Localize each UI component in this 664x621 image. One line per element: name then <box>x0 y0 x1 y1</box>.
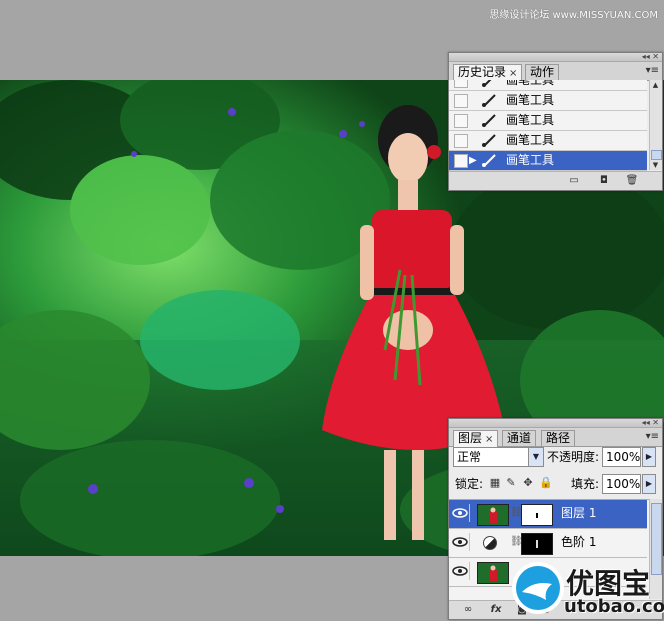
layer-thumbnail <box>477 562 509 584</box>
new-snapshot-icon[interactable]: ◘ <box>597 175 611 187</box>
lock-label: 锁定: <box>455 477 484 491</box>
logo-url: utobao.com <box>564 596 664 617</box>
opacity-label: 不透明度: <box>547 450 600 464</box>
layer-mask-thumbnail[interactable] <box>521 504 553 526</box>
layer-row-layer1[interactable]: ⛓ 图层 1 <box>449 500 647 529</box>
adjustment-layer-icon <box>483 536 497 550</box>
history-panel: ◂◂ ✕ 历史记录× 动作 ▾≡ 画笔工具 画笔工具 画笔工具 画笔工具 ▶ <box>448 52 663 191</box>
layers-tab-bar: 图层 × 通道 路径 ▾≡ <box>449 428 662 447</box>
utobao-logo: 优图宝 utobao.com <box>510 560 664 618</box>
layer-thumbnail <box>477 504 509 526</box>
site-watermark: 思缘设计论坛 www.MISSYUAN.COM <box>489 10 658 21</box>
panel-menu-icon[interactable]: ▾≡ <box>646 65 659 76</box>
history-tab-bar: 历史记录 × 动作 ▾≡ <box>449 62 662 81</box>
close-tab-icon[interactable]: × <box>509 68 517 79</box>
brush-icon <box>482 134 496 147</box>
eye-visibility-icon[interactable] <box>451 504 470 522</box>
collapse-icon[interactable]: ◂◂ ✕ <box>642 52 659 61</box>
brush-icon <box>482 114 496 127</box>
history-footer: ▭ ◘ 🗑 <box>449 171 662 190</box>
tab-channels[interactable]: 通道 <box>502 430 537 446</box>
fill-label: 填充: <box>571 477 600 491</box>
fx-icon[interactable]: fx <box>489 604 503 616</box>
lock-all-icon[interactable]: 🔒 <box>539 477 553 489</box>
opacity-input[interactable]: 100% <box>602 447 641 467</box>
tab-layers[interactable]: 图层 × <box>453 430 499 447</box>
history-list: 画笔工具 画笔工具 画笔工具 画笔工具 ▶ 画笔工具 <box>449 80 649 182</box>
history-item[interactable]: 画笔工具 <box>449 91 647 111</box>
scroll-down-icon[interactable]: ▼ <box>650 160 661 170</box>
tab-history[interactable]: 历史记录 × <box>453 64 523 81</box>
brush-icon <box>482 94 496 107</box>
scroll-thumb[interactable] <box>651 150 662 160</box>
scroll-up-icon[interactable]: ▲ <box>650 80 661 90</box>
trash-icon[interactable]: 🗑 <box>625 175 639 187</box>
history-item-selected[interactable]: ▶ 画笔工具 <box>449 151 647 171</box>
tab-paths[interactable]: 路径 <box>541 430 576 446</box>
history-scrollbar[interactable]: ▲ ▼ <box>649 80 662 170</box>
tab-actions[interactable]: 动作 <box>525 64 560 80</box>
chevron-down-icon[interactable]: ▼ <box>528 448 543 466</box>
snapshot-source-checkbox[interactable] <box>454 80 468 88</box>
lock-position-move-icon[interactable]: ✥ <box>522 477 534 489</box>
history-state-slider-icon[interactable]: ▶ <box>469 155 477 166</box>
panel-grip[interactable]: ◂◂ ✕ <box>449 418 662 428</box>
fill-slider-icon[interactable]: ▶ <box>642 474 656 494</box>
layer-row-levels1[interactable]: ⛓ 色阶 1 <box>449 529 647 558</box>
new-document-from-state-icon[interactable]: ▭ <box>567 175 581 187</box>
eye-visibility-icon[interactable] <box>451 562 470 580</box>
brush-icon <box>482 80 492 87</box>
snapshot-source-checkbox[interactable] <box>454 114 468 128</box>
close-tab-icon[interactable]: × <box>485 434 493 445</box>
panel-menu-icon[interactable]: ▾≡ <box>646 431 659 442</box>
fill-input[interactable]: 100% <box>602 474 641 494</box>
eye-visibility-icon[interactable] <box>451 533 470 551</box>
lock-row: 锁定: ▦ ✎ ✥ 🔒 填充: 100% ▶ <box>449 474 662 498</box>
link-icon[interactable]: ∞ <box>461 604 475 616</box>
history-item[interactable]: 画笔工具 <box>449 131 647 151</box>
layer-mask-thumbnail[interactable] <box>521 533 553 555</box>
snapshot-source-checkbox[interactable] <box>454 94 468 108</box>
collapse-icon[interactable]: ◂◂ ✕ <box>642 418 659 427</box>
blend-mode-select[interactable]: 正常 ▼ <box>453 447 544 467</box>
snapshot-source-checkbox[interactable] <box>454 154 468 168</box>
lock-pixels-brush-icon[interactable]: ✎ <box>505 477 517 489</box>
history-item[interactable]: 画笔工具 <box>449 111 647 131</box>
history-item[interactable]: 画笔工具 <box>449 80 647 91</box>
snapshot-source-checkbox[interactable] <box>454 134 468 148</box>
panel-grip[interactable]: ◂◂ ✕ <box>449 52 662 62</box>
blend-row: 正常 ▼ 不透明度: 100% ▶ <box>449 447 662 471</box>
opacity-slider-icon[interactable]: ▶ <box>642 447 656 467</box>
lock-transparency-icon[interactable]: ▦ <box>489 477 501 489</box>
brush-icon <box>482 154 496 167</box>
